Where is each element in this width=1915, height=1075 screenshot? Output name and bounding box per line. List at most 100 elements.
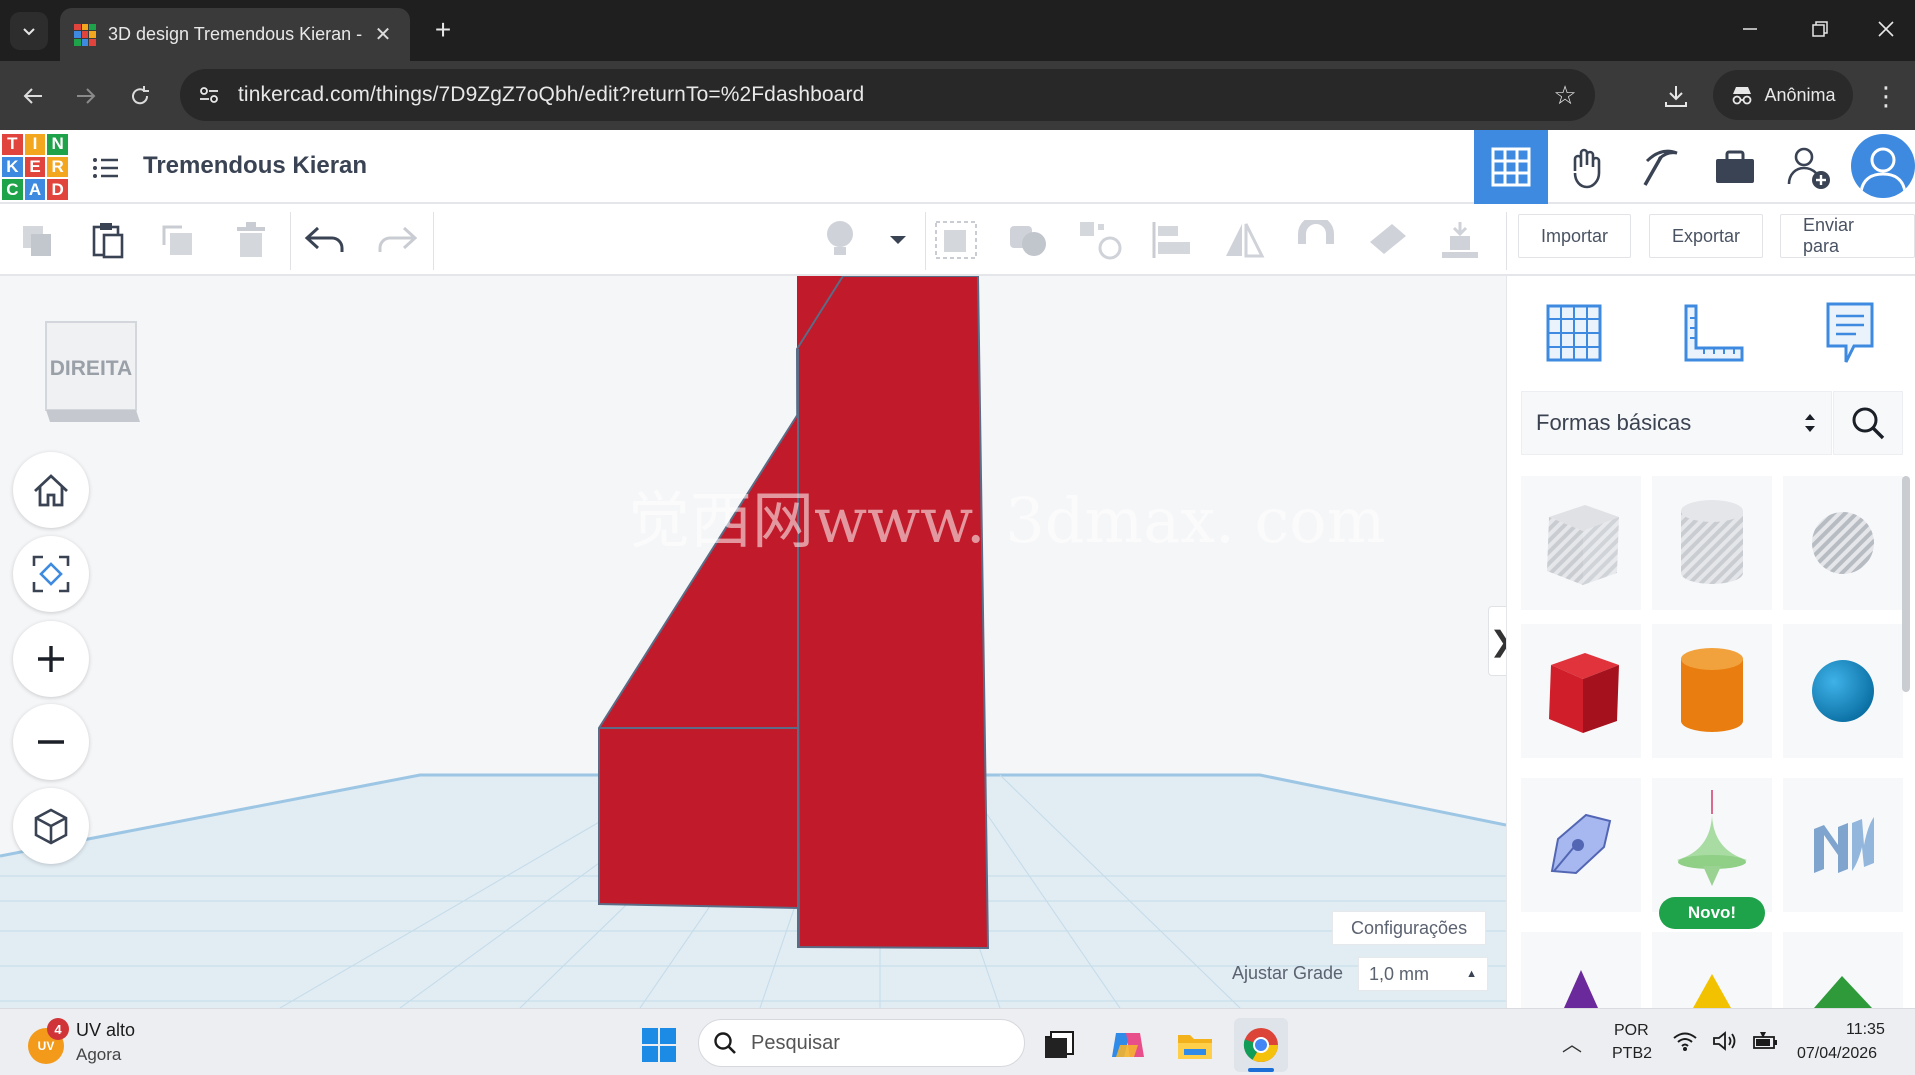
drop-to-workplane-button[interactable] — [1432, 212, 1488, 268]
mirror-button[interactable] — [1216, 212, 1272, 268]
cone-top-icon — [1677, 790, 1747, 886]
shape-cone-top[interactable] — [1652, 778, 1772, 912]
tinkercad-logo[interactable]: T I N K E R C A D — [2, 134, 68, 200]
delete-button[interactable] — [223, 212, 279, 268]
cruise-button[interactable] — [1072, 212, 1128, 268]
restore-button[interactable] — [1790, 8, 1850, 50]
projection-toggle-button[interactable] — [13, 788, 89, 864]
notes-tool-button[interactable] — [1811, 294, 1889, 372]
shape-pyramid[interactable] — [1521, 932, 1641, 1008]
shape-text[interactable] — [1783, 778, 1903, 912]
zoom-in-button[interactable] — [13, 621, 89, 697]
site-info-icon[interactable] — [180, 69, 238, 121]
start-button[interactable] — [636, 1022, 682, 1068]
shape-category-select[interactable]: Formas básicas — [1521, 391, 1832, 455]
url-text[interactable]: tinkercad.com/things/7D9ZgZ7oQbh/edit?re… — [238, 83, 1535, 107]
shape-roof[interactable] — [1652, 932, 1772, 1008]
workplane-tool-button[interactable] — [1535, 294, 1613, 372]
reload-button[interactable] — [118, 74, 162, 118]
workplane-scene[interactable]: 觉西网www. 3dmax. com — [0, 276, 1506, 1008]
shape-search-button[interactable] — [1833, 391, 1903, 455]
shape-sphere[interactable] — [1783, 624, 1903, 758]
invite-collaborator-button[interactable] — [1772, 130, 1846, 204]
user-avatar[interactable] — [1851, 134, 1915, 198]
projects-button[interactable] — [1698, 130, 1772, 204]
file-explorer-app[interactable] — [1168, 1018, 1222, 1072]
3d-design-view-button[interactable] — [1474, 130, 1548, 204]
send-to-button[interactable]: Enviar para — [1780, 214, 1915, 258]
ungroup-button[interactable] — [1000, 212, 1056, 268]
wifi-icon — [1673, 1032, 1697, 1051]
undo-button[interactable] — [297, 212, 353, 268]
panel-scrollbar[interactable] — [1902, 476, 1910, 692]
snap-grid-select[interactable]: 1,0 mm ▲ — [1358, 957, 1488, 991]
keyboard-layout[interactable]: PTB2 — [1612, 1045, 1652, 1063]
chrome-app[interactable] — [1234, 1018, 1288, 1072]
shape-sphere-hole[interactable] — [1783, 476, 1903, 610]
ruler-tool-button[interactable] — [1674, 294, 1752, 372]
export-button[interactable]: Exportar — [1649, 214, 1764, 258]
input-language[interactable]: POR — [1614, 1022, 1649, 1040]
close-window-button[interactable] — [1856, 8, 1915, 50]
view-cube[interactable]: DIREITA — [44, 320, 140, 424]
taskbar-search-box[interactable]: Pesquisar — [698, 1019, 1025, 1067]
task-view-button[interactable] — [1032, 1018, 1086, 1072]
system-tray[interactable] — [1672, 1030, 1780, 1052]
tab-search-button[interactable] — [10, 12, 48, 50]
download-icon[interactable] — [1654, 74, 1698, 118]
copy-button[interactable] — [9, 212, 65, 268]
minimize-button[interactable] — [1720, 8, 1780, 50]
shape-box[interactable] — [1521, 624, 1641, 758]
shape-category-value: Formas básicas — [1536, 410, 1692, 435]
cruise-icon — [1080, 222, 1122, 260]
forward-button[interactable] — [64, 74, 108, 118]
bookmark-star-icon[interactable]: ☆ — [1535, 80, 1595, 111]
paste-button[interactable] — [80, 212, 136, 268]
notes-dropdown-button[interactable] — [870, 212, 926, 268]
new-tab-button[interactable]: + — [425, 12, 461, 48]
3d-workplane[interactable]: 觉西网www. 3dmax. com — [0, 276, 1506, 1008]
weather-title[interactable]: UV alto — [76, 1020, 135, 1041]
hand-icon — [1573, 148, 1601, 189]
folder-icon — [1178, 1035, 1212, 1059]
active-browser-tab[interactable]: 3D design Tremendous Kieran - ✕ — [60, 8, 410, 61]
shape-box-hole[interactable] — [1521, 476, 1641, 610]
copilot-app[interactable] — [1101, 1018, 1155, 1072]
design-list-icon[interactable] — [86, 150, 126, 186]
workplane-settings-button[interactable]: Configurações — [1332, 911, 1487, 945]
magnet-button[interactable] — [1288, 212, 1344, 268]
shape-wedge[interactable] — [1783, 932, 1903, 1008]
home-view-button[interactable] — [13, 452, 89, 528]
zoom-out-button[interactable] — [13, 704, 89, 780]
shape-cylinder[interactable] — [1652, 624, 1772, 758]
scribble-icon — [1550, 813, 1612, 875]
group-button[interactable] — [928, 212, 984, 268]
flat-surface-button[interactable] — [1360, 212, 1416, 268]
roof-icon — [1693, 974, 1731, 1008]
redo-button[interactable] — [369, 212, 425, 268]
redo-icon — [378, 226, 418, 252]
browser-menu-icon[interactable]: ⋮ — [1866, 74, 1906, 118]
align-button[interactable] — [1144, 212, 1200, 268]
clock-date[interactable]: 07/04/2026 — [1797, 1045, 1877, 1063]
shape-cylinder-hole[interactable] — [1652, 476, 1772, 610]
notes-lightbulb-button[interactable] — [812, 212, 868, 268]
paste-icon — [92, 223, 124, 259]
cube-icon — [34, 808, 68, 845]
import-button[interactable]: Importar — [1518, 214, 1632, 258]
incognito-profile-button[interactable]: Anônima — [1713, 70, 1853, 120]
shape-scribble[interactable] — [1521, 778, 1641, 912]
magnet-icon — [1298, 220, 1334, 244]
circuits-button[interactable] — [1550, 130, 1624, 204]
red-box-front[interactable] — [795, 276, 990, 950]
fit-view-button[interactable] — [13, 536, 89, 612]
clock-time[interactable]: 11:35 — [1846, 1021, 1885, 1039]
back-button[interactable] — [11, 74, 55, 118]
codeblocks-button[interactable] — [1624, 130, 1698, 204]
duplicate-button[interactable] — [151, 212, 207, 268]
tab-close-icon[interactable]: ✕ — [370, 22, 396, 47]
cylinder-hole-icon — [1681, 500, 1743, 584]
tray-overflow-chevron-icon[interactable]: ︿ — [1562, 1028, 1582, 1057]
design-title[interactable]: Tremendous Kieran — [143, 152, 367, 180]
address-bar[interactable]: tinkercad.com/things/7D9ZgZ7oQbh/edit?re… — [180, 69, 1595, 121]
